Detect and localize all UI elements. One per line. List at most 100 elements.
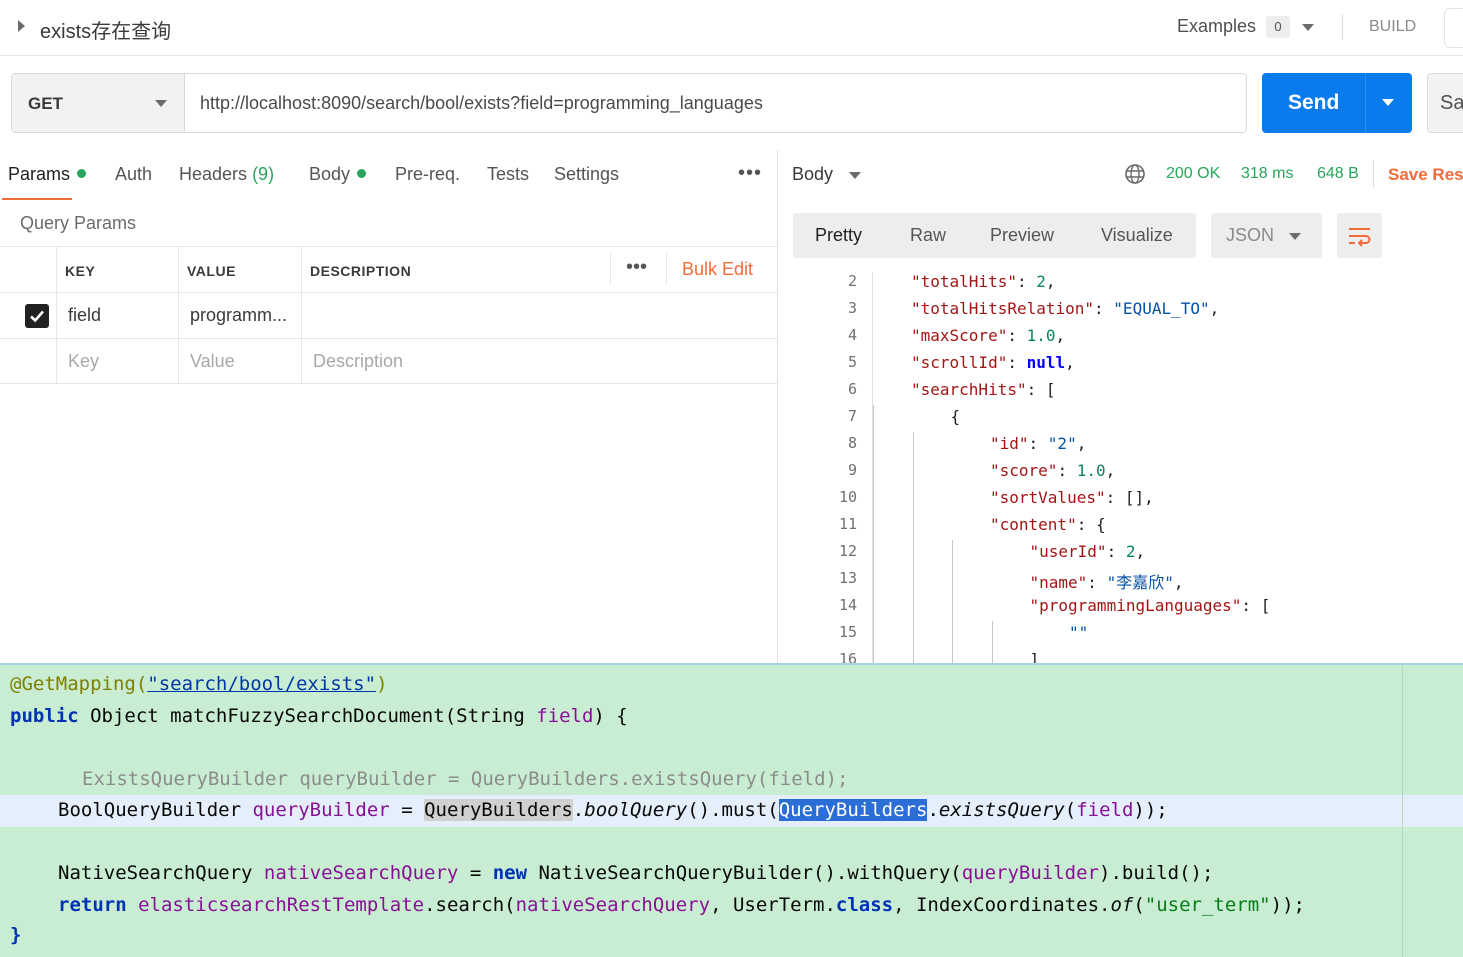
- tab-raw[interactable]: Raw: [910, 225, 946, 246]
- globe-icon[interactable]: [1124, 163, 1146, 185]
- punct: =: [389, 799, 425, 821]
- tab-pre-request[interactable]: Pre-req.: [395, 164, 460, 185]
- tab-preview[interactable]: Preview: [990, 225, 1054, 246]
- line-number: 6: [847, 380, 857, 398]
- response-size[interactable]: 648 B: [1317, 165, 1359, 183]
- code-line: NativeSearchQuery nativeSearchQuery = ne…: [58, 862, 1213, 884]
- value-input[interactable]: Value: [190, 351, 235, 372]
- method: existsQuery: [938, 799, 1065, 821]
- method-select[interactable]: GET: [12, 74, 185, 132]
- save-response-button[interactable]: Save Res: [1388, 165, 1463, 185]
- indent-guide: [873, 405, 874, 663]
- tab-label: Settings: [554, 164, 620, 184]
- chevron-down-icon[interactable]: [1302, 24, 1314, 31]
- indent-guide: [991, 621, 993, 663]
- build-button[interactable]: BUILD: [1369, 18, 1416, 36]
- url-input[interactable]: http://localhost:8090/search/bool/exists…: [200, 93, 763, 114]
- tab-tests[interactable]: Tests: [487, 164, 529, 185]
- punct: ().must(: [687, 799, 779, 821]
- line-number: 5: [847, 353, 857, 371]
- column-value: VALUE: [187, 263, 236, 279]
- text-selection[interactable]: QueryBuilders: [778, 799, 928, 821]
- response-body-select[interactable]: Body: [792, 164, 833, 185]
- line-number: 12: [838, 542, 857, 560]
- tab-headers[interactable]: Headers (9): [179, 164, 274, 185]
- tab-auth[interactable]: Auth: [115, 164, 152, 185]
- code-text: "name": "李嘉欣",: [1029, 573, 1184, 592]
- punct: .: [927, 799, 939, 821]
- code-text: "content": {: [990, 515, 1106, 534]
- type: BoolQueryBuilder: [58, 799, 253, 821]
- param-enabled-checkbox[interactable]: [25, 304, 49, 328]
- column-divider: [178, 246, 179, 384]
- divider: [610, 253, 611, 285]
- response-time[interactable]: 318 ms: [1241, 165, 1293, 183]
- tab-label: Params: [8, 164, 71, 184]
- code-text: ]: [1029, 650, 1040, 663]
- code-line-commented: ExistsQueryBuilder queryBuilder = QueryB…: [82, 768, 849, 790]
- line-number: 7: [847, 407, 857, 425]
- save-label: Sa: [1440, 92, 1463, 114]
- string-literal: "user_term": [1144, 894, 1271, 916]
- punct: ).build();: [1099, 862, 1214, 884]
- code-editor[interactable]: @GetMapping("search/bool/exists") public…: [0, 663, 1463, 957]
- code-text: "maxScore": 1.0,: [911, 326, 1066, 345]
- more-options-icon[interactable]: •••: [738, 162, 762, 185]
- code-line: @GetMapping("search/bool/exists"): [10, 673, 388, 695]
- divider: [1373, 160, 1374, 188]
- divider: [1342, 14, 1343, 40]
- column-divider: [56, 246, 57, 384]
- punct: .: [572, 799, 585, 821]
- send-label: Send: [1288, 91, 1340, 114]
- status-dot: [357, 169, 367, 178]
- tab-pretty[interactable]: Pretty: [815, 225, 862, 246]
- side-panel-toggle[interactable]: [1444, 8, 1463, 48]
- caret-right-icon[interactable]: [18, 20, 25, 32]
- send-button[interactable]: Send: [1262, 73, 1412, 133]
- check-icon: [30, 310, 44, 323]
- save-button[interactable]: Sa: [1427, 73, 1463, 133]
- parameter: field: [536, 705, 594, 727]
- tab-params[interactable]: Params: [8, 164, 87, 185]
- code-line: }: [10, 924, 21, 946]
- expression: NativeSearchQueryBuilder().withQuery(: [527, 862, 962, 884]
- format-select[interactable]: JSON: [1211, 213, 1322, 258]
- description-input[interactable]: Description: [313, 351, 403, 372]
- code-text: "userId": 2,: [1029, 542, 1146, 561]
- examples-count-badge: 0: [1266, 16, 1290, 38]
- tab-label: Auth: [115, 164, 153, 184]
- active-tab-indicator: [2, 198, 72, 200]
- mapping-path-link[interactable]: "search/bool/exists": [147, 673, 376, 695]
- request-name[interactable]: exists存在查询: [40, 15, 171, 44]
- status-code[interactable]: 200 OK: [1166, 165, 1220, 183]
- more-options-icon[interactable]: •••: [626, 256, 647, 279]
- line-number: 14: [838, 596, 857, 614]
- code-line: public Object matchFuzzySearchDocument(S…: [10, 705, 628, 727]
- line-number: 11: [838, 515, 857, 533]
- view-mode-tabs: Pretty Raw Preview Visualize: [793, 213, 1196, 258]
- response-panel: Body 200 OK 318 ms 648 B Save Res Pretty…: [778, 150, 1463, 663]
- table-row-new: Key Value Description: [0, 338, 777, 384]
- chevron-down-icon[interactable]: [1382, 99, 1394, 106]
- tab-body[interactable]: Body: [309, 164, 367, 185]
- punct: ));: [1270, 894, 1305, 916]
- wrap-lines-icon: [1349, 228, 1371, 247]
- param-key[interactable]: field: [68, 305, 101, 326]
- wrap-lines-button[interactable]: [1337, 213, 1382, 258]
- tab-settings[interactable]: Settings: [554, 164, 619, 185]
- tab-visualize[interactable]: Visualize: [1101, 225, 1173, 246]
- key-input[interactable]: Key: [68, 351, 99, 372]
- punct: ): [376, 673, 388, 695]
- keyword: new: [492, 862, 528, 884]
- column-description: DESCRIPTION: [310, 263, 412, 279]
- response-body-viewer[interactable]: 2 "totalHits": 2, 3 "totalHitsRelation": "E…: [793, 272, 1463, 663]
- examples-button[interactable]: Examples: [1177, 16, 1256, 37]
- bulk-edit-button[interactable]: Bulk Edit: [682, 259, 753, 280]
- status-dot: [77, 169, 87, 178]
- chevron-down-icon: [155, 100, 167, 107]
- table-row: field programm...: [0, 292, 777, 338]
- expression: , IndexCoordinates.: [893, 894, 1111, 916]
- param-value[interactable]: programm...: [190, 305, 287, 326]
- chevron-down-icon[interactable]: [849, 172, 861, 179]
- argument: field: [1076, 799, 1134, 821]
